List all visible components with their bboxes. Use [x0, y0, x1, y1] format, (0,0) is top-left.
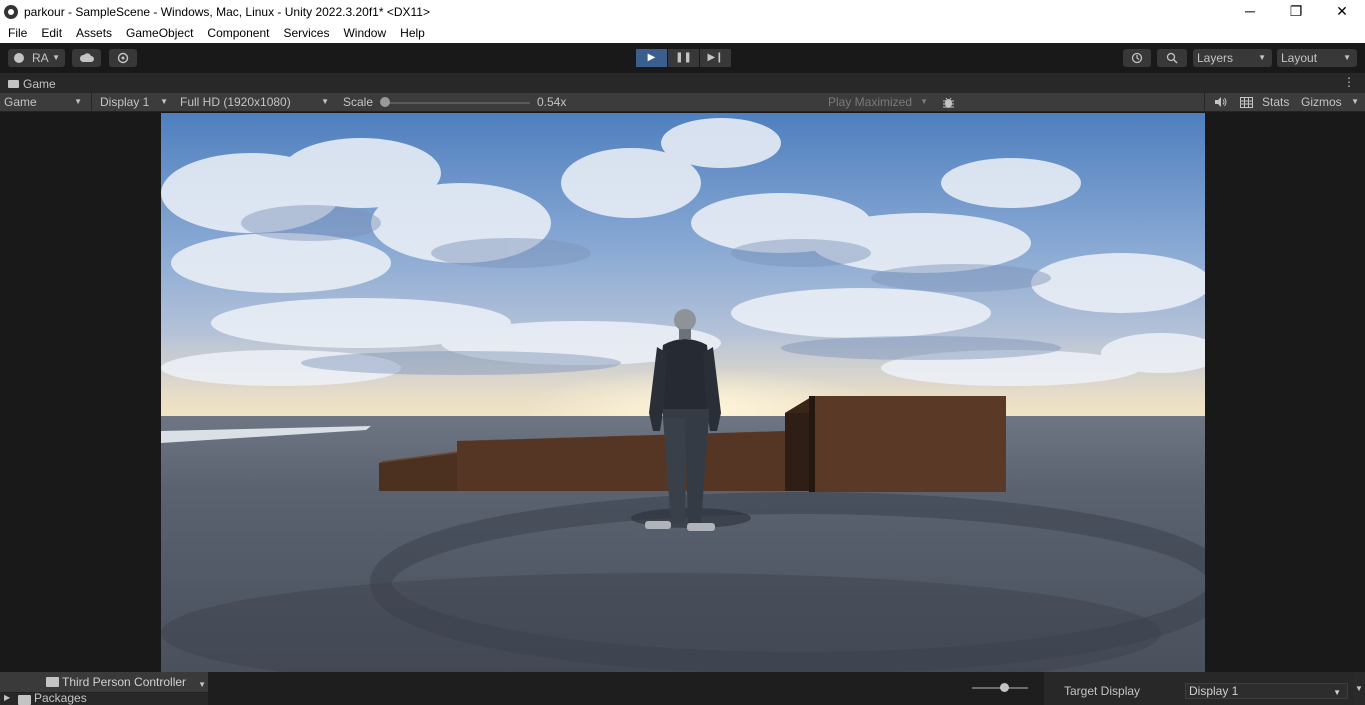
chevron-down-icon: ▼: [1355, 684, 1363, 693]
mute-audio-button[interactable]: [1210, 93, 1230, 112]
menu-services[interactable]: Services: [276, 26, 336, 40]
icon-size-slider-thumb[interactable]: [1000, 683, 1009, 692]
menu-window[interactable]: Window: [336, 26, 393, 40]
view-mode-label: Game: [4, 95, 37, 109]
game-view-toolbar: Game ▼ Display 1 ▼ Full HD (1920x1080) ▼…: [0, 93, 1365, 112]
target-display-value: Display 1: [1189, 684, 1239, 698]
folder-icon: [18, 695, 31, 705]
project-folder-item[interactable]: Third Person Controller ▼: [0, 672, 208, 693]
menu-edit[interactable]: Edit: [34, 26, 69, 40]
chevron-down-icon: ▼: [1333, 688, 1341, 697]
grid-icon: [1240, 97, 1253, 108]
packages-folder-item[interactable]: ▶ Packages: [0, 693, 208, 705]
stats-label: Stats: [1262, 95, 1290, 109]
tab-game[interactable]: Game: [4, 75, 62, 93]
game-view-render[interactable]: [161, 113, 1205, 672]
aspect-grid-button[interactable]: [1236, 93, 1256, 112]
close-button[interactable]: ✕: [1319, 0, 1365, 23]
packages-label: Packages: [34, 693, 87, 705]
chevron-down-icon: ▼: [52, 53, 60, 62]
layers-dropdown[interactable]: Layers ▼: [1193, 49, 1272, 67]
layout-label: Layout: [1281, 51, 1318, 65]
window-controls: ─ ❐ ✕: [1227, 0, 1365, 23]
cloud-icon: [79, 53, 94, 62]
undo-history-button[interactable]: [1123, 49, 1151, 67]
unity-logo-icon: [4, 4, 18, 19]
speaker-icon: [1215, 97, 1227, 107]
project-content-area: [208, 672, 1044, 705]
target-display-label: Target Display: [1064, 684, 1141, 698]
chevron-down-icon: ▼: [160, 97, 168, 106]
chevron-down-icon: ▼: [1351, 97, 1359, 106]
divider: [91, 93, 92, 112]
person-icon: [14, 53, 24, 63]
chevron-down-icon: ▼: [198, 680, 206, 689]
scale-value: 0.54x: [537, 95, 567, 109]
account-dropdown[interactable]: RA ▼: [8, 49, 65, 67]
rendered-scene: [161, 113, 1205, 672]
scale-label: Scale: [343, 95, 374, 109]
gizmos-label: Gizmos: [1301, 95, 1342, 109]
play-button[interactable]: ▶: [636, 49, 667, 67]
divider: [1204, 93, 1205, 112]
pause-button[interactable]: ❚❚: [668, 49, 699, 67]
menu-component[interactable]: Component: [200, 26, 276, 40]
minimize-button[interactable]: ─: [1227, 0, 1273, 23]
gamepad-icon: [8, 80, 19, 88]
history-icon: [1131, 52, 1143, 64]
expand-arrow-icon: ▶: [4, 693, 11, 702]
collab-icon: [117, 52, 129, 64]
chevron-down-icon: ▼: [1343, 53, 1351, 62]
chevron-down-icon: ▼: [920, 97, 928, 106]
window-title: parkour - SampleScene - Windows, Mac, Li…: [24, 4, 430, 19]
layout-dropdown[interactable]: Layout ▼: [1277, 49, 1357, 67]
play-maximized-dropdown[interactable]: Play Maximized ▼: [824, 93, 934, 112]
scrollbar[interactable]: ▼: [1353, 672, 1365, 705]
menu-file[interactable]: File: [0, 26, 34, 40]
menu-gameobject[interactable]: GameObject: [119, 26, 200, 40]
resolution-dropdown[interactable]: Full HD (1920x1080) ▼: [176, 93, 335, 112]
collab-button[interactable]: [109, 49, 137, 67]
resolution-label: Full HD (1920x1080): [180, 95, 291, 109]
search-button[interactable]: [1157, 49, 1187, 67]
layers-label: Layers: [1197, 51, 1234, 65]
scale-control: Scale 0.54x: [339, 93, 579, 112]
view-mode-dropdown[interactable]: Game ▼: [0, 93, 88, 112]
menu-help[interactable]: Help: [393, 26, 432, 40]
menu-assets[interactable]: Assets: [69, 26, 119, 40]
play-maximized-label: Play Maximized: [828, 95, 913, 109]
folder-label: Third Person Controller: [62, 675, 187, 689]
bottom-panel: Third Person Controller ▼ ▶ Packages Tar…: [0, 672, 1365, 705]
scale-slider-thumb[interactable]: [380, 97, 390, 107]
main-toolbar: RA ▼ ▶ ❚❚ ▶❙ Layers ▼ Layout ▼: [0, 43, 1365, 73]
window-title-bar: parkour - SampleScene - Windows, Mac, Li…: [0, 0, 1365, 23]
restore-button[interactable]: ❐: [1273, 0, 1319, 23]
target-display-dropdown[interactable]: Display 1 ▼: [1185, 683, 1348, 699]
chevron-down-icon: ▼: [1258, 53, 1266, 62]
panel-tab-row: Game ⋮: [0, 73, 1365, 93]
stats-button[interactable]: Stats: [1258, 93, 1296, 112]
search-icon: [1166, 52, 1178, 64]
cloud-button[interactable]: [72, 49, 101, 67]
gizmos-dropdown[interactable]: Gizmos ▼: [1297, 93, 1365, 112]
scale-slider-track[interactable]: [384, 102, 530, 104]
chevron-down-icon: ▼: [321, 97, 329, 106]
frame-debugger-button[interactable]: [938, 93, 958, 112]
tab-game-label: Game: [23, 77, 56, 91]
menu-bar: File Edit Assets GameObject Component Se…: [0, 23, 1365, 43]
chevron-down-icon: ▼: [74, 97, 82, 106]
bug-icon: [943, 97, 954, 108]
folder-icon: [46, 677, 59, 687]
display-label: Display 1: [100, 95, 150, 109]
display-dropdown[interactable]: Display 1 ▼: [96, 93, 174, 112]
account-initials: RA: [32, 51, 49, 65]
play-controls: ▶ ❚❚ ▶❙: [636, 49, 731, 67]
panel-menu-icon[interactable]: ⋮: [1343, 75, 1355, 89]
step-button[interactable]: ▶❙: [700, 49, 731, 67]
